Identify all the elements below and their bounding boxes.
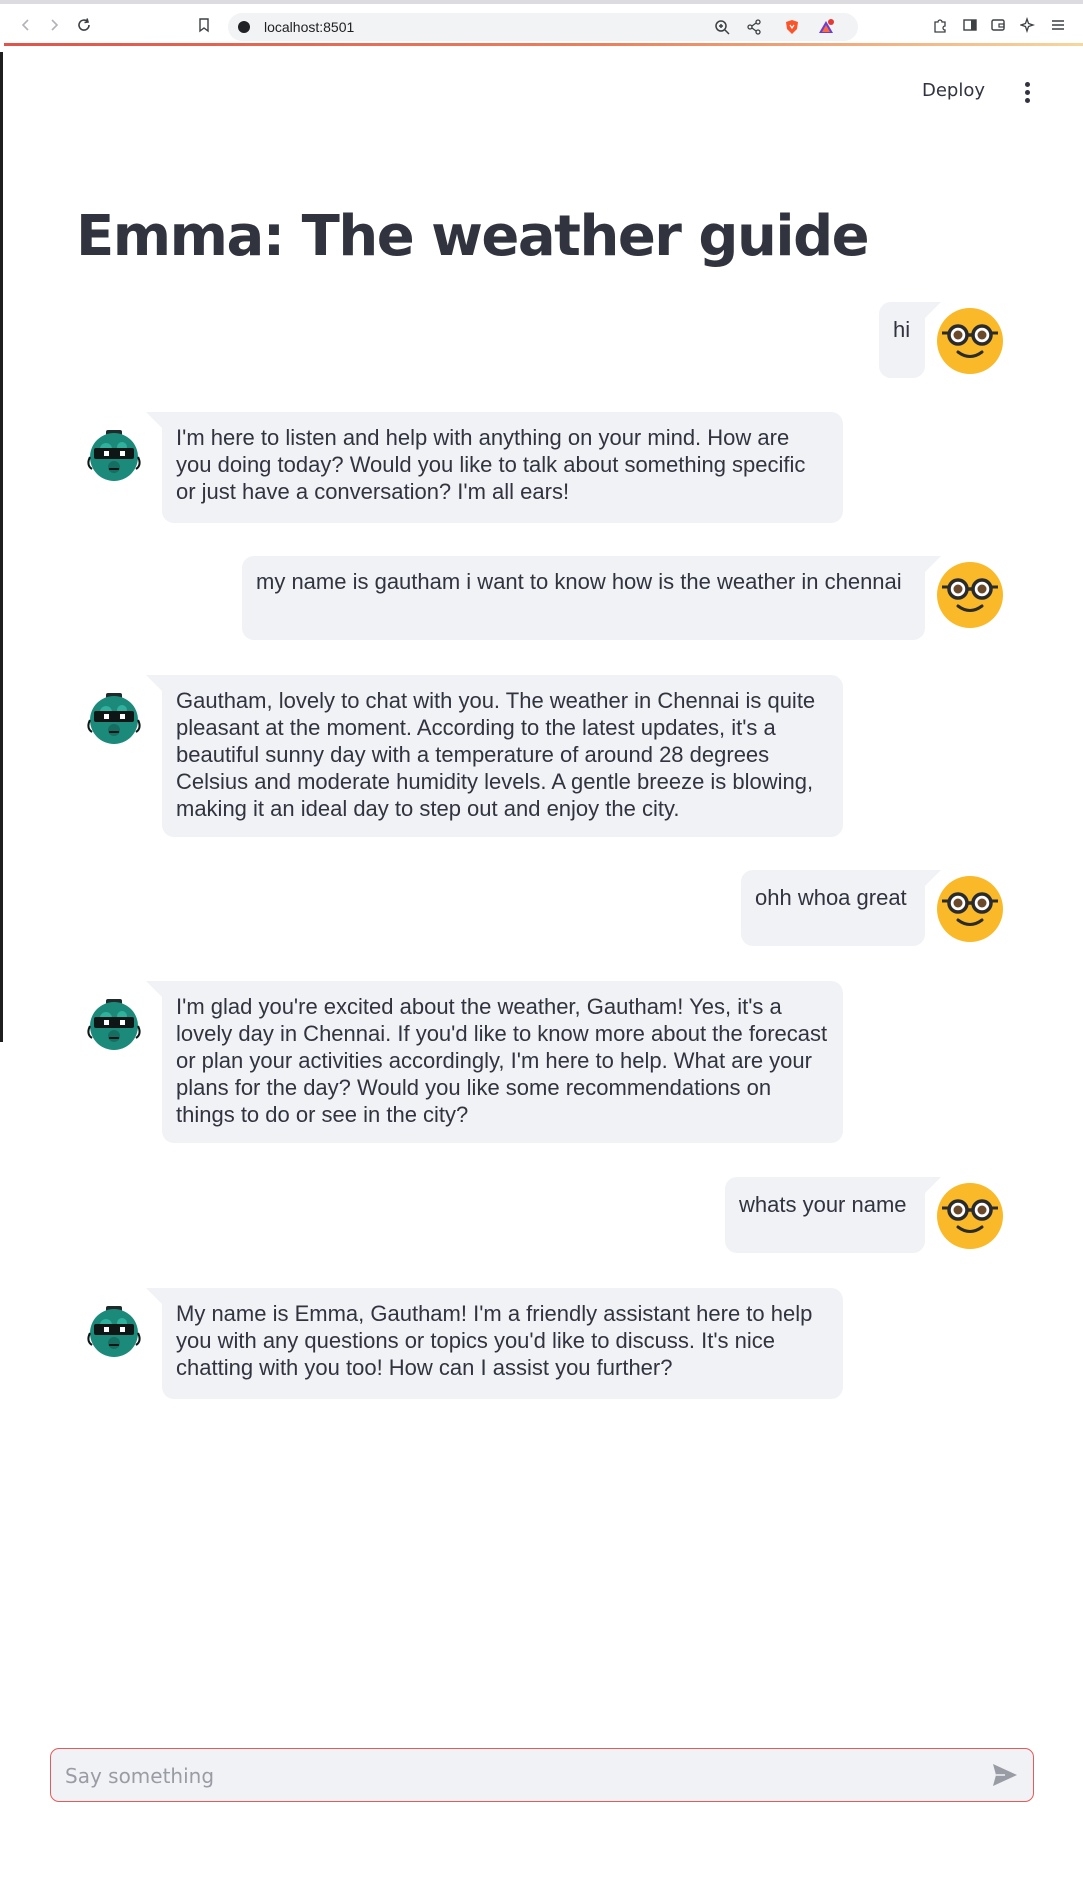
assistant-message: Gautham, lovely to chat with you. The we…	[146, 675, 843, 837]
sidebar-toggle-icon[interactable]	[962, 17, 978, 33]
user-avatar-icon	[936, 307, 1004, 375]
bookmark-icon[interactable]	[196, 17, 212, 33]
extensions-icon[interactable]	[932, 17, 948, 33]
wallet-icon[interactable]	[990, 17, 1006, 33]
message-text: My name is Emma, Gautham! I'm a friendly…	[176, 1301, 813, 1380]
zoom-icon[interactable]	[714, 19, 730, 35]
assistant-message: My name is Emma, Gautham! I'm a friendly…	[146, 1288, 843, 1399]
address-url[interactable]: localhost:8501	[264, 19, 354, 35]
send-icon[interactable]	[991, 1762, 1019, 1788]
browser-toolbar: localhost:8501	[0, 4, 1083, 42]
deploy-button[interactable]: Deploy	[922, 80, 985, 101]
address-bar[interactable]: localhost:8501	[228, 13, 858, 41]
message-text: I'm glad you're excited about the weathe…	[176, 994, 828, 1127]
message-text: my name is gautham i want to know how is…	[256, 569, 902, 594]
user-message: ohh whoa great	[741, 870, 941, 946]
forward-icon[interactable]	[46, 17, 62, 33]
message-text: ohh whoa great	[755, 885, 907, 910]
message-text: whats your name	[739, 1192, 907, 1217]
leo-ai-icon[interactable]	[1020, 17, 1036, 33]
browser-menu-icon[interactable]	[1050, 17, 1066, 33]
user-message: my name is gautham i want to know how is…	[242, 556, 941, 640]
user-message: hi	[879, 302, 941, 378]
message-text: I'm here to listen and help with anythin…	[176, 425, 806, 504]
user-avatar-icon	[936, 561, 1004, 629]
bot-avatar-icon	[84, 688, 144, 748]
assistant-message: I'm glad you're excited about the weathe…	[146, 981, 843, 1143]
user-message: whats your name	[725, 1177, 941, 1253]
kebab-menu-icon[interactable]	[1022, 82, 1032, 104]
site-info-icon[interactable]	[238, 21, 250, 33]
bot-avatar-icon	[84, 425, 144, 485]
reload-icon[interactable]	[76, 17, 92, 33]
user-avatar-icon	[936, 875, 1004, 943]
back-icon[interactable]	[18, 17, 34, 33]
share-icon[interactable]	[746, 19, 762, 35]
window-edge	[0, 52, 3, 1042]
message-text: Gautham, lovely to chat with you. The we…	[176, 688, 816, 821]
page-load-progress	[4, 43, 1083, 46]
user-avatar-icon	[936, 1182, 1004, 1250]
bot-avatar-icon	[84, 994, 144, 1054]
chat-input[interactable]	[63, 1749, 967, 1802]
brave-shield-icon[interactable]	[784, 19, 800, 35]
assistant-message: I'm here to listen and help with anythin…	[146, 412, 843, 523]
page-title: Emma: The weather guide	[76, 204, 870, 269]
bot-avatar-icon	[84, 1301, 144, 1361]
message-text: hi	[893, 317, 911, 342]
chat-input-container[interactable]	[50, 1748, 1034, 1802]
brave-rewards-icon[interactable]	[818, 19, 834, 35]
